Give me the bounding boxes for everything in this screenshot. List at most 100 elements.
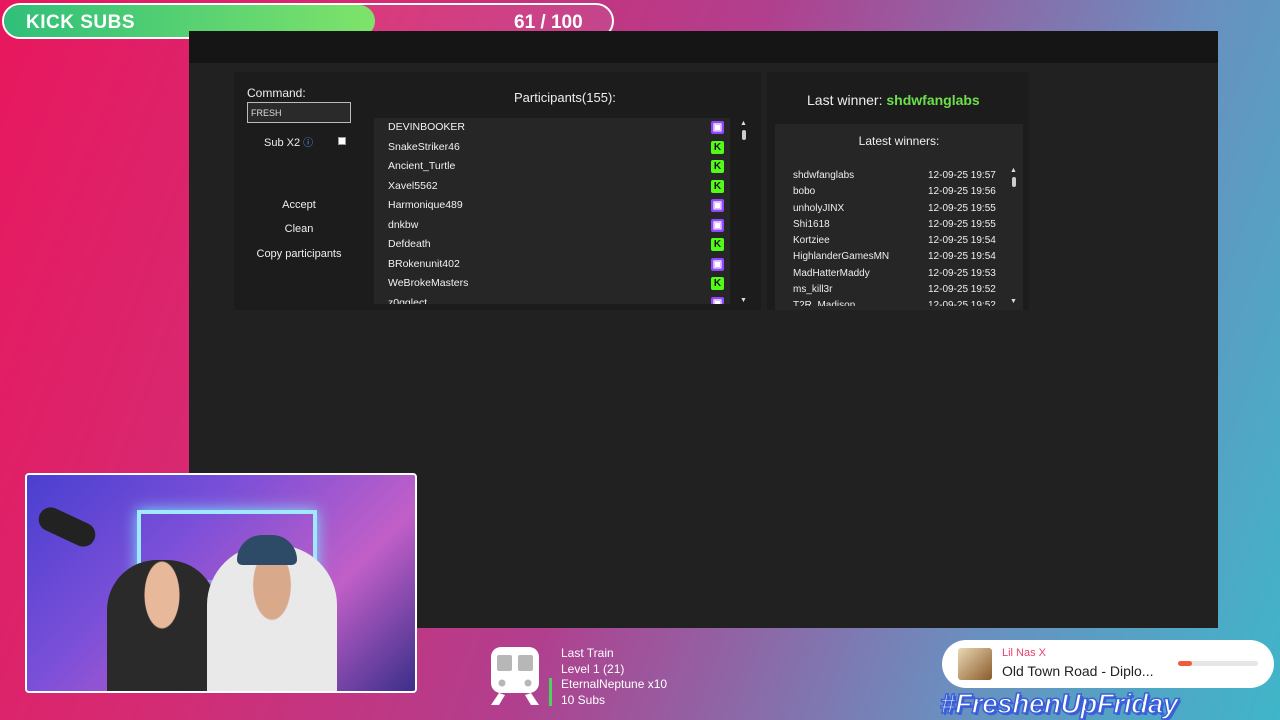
winner-row[interactable]: ms_kill3r 12-09-25 19:52 [793, 283, 1003, 299]
accept-button[interactable]: Accept [247, 195, 351, 215]
winner-name: bobo [793, 186, 816, 198]
participant-name: WeBrokeMasters [388, 277, 469, 289]
participant-name: Ancient_Turtle [388, 160, 456, 172]
participants-title: Participants(155): [514, 90, 616, 105]
microphone-icon [34, 503, 100, 551]
hashtag-overlay: #FreshenUpFriday [939, 687, 1179, 720]
participant-name: dnkbw [388, 218, 419, 231]
twitch-icon: ▣ [711, 296, 724, 304]
winner-time: 12-09-25 19:52 [928, 300, 996, 306]
command-input[interactable] [247, 102, 351, 123]
sub-x2-checkbox[interactable] [338, 137, 346, 145]
winner-row[interactable]: T2R_Madison 12-09-25 19:52 [793, 299, 1003, 306]
twitch-icon: ▣ [711, 121, 724, 134]
winner-name: Shi1618 [793, 218, 830, 230]
twitch-icon: ▣ [711, 218, 724, 232]
scroll-down-icon[interactable]: ▼ [740, 297, 747, 304]
kick-icon: K [711, 179, 724, 193]
participants-panel: Command: Sub X2ⓘ Accept Clean Copy parti… [234, 72, 761, 310]
train-info: Last Train Level 1 (21) EternalNeptune x… [561, 646, 667, 708]
album-art [958, 648, 992, 680]
participant-row[interactable]: BRokenunit402 ▣ [374, 255, 730, 275]
streamer-right [207, 545, 337, 691]
winner-time: 12-09-25 19:53 [928, 267, 996, 279]
participant-row[interactable]: dnkbw ▣ [374, 216, 730, 236]
winner-name: HighlanderGamesMN [793, 251, 890, 263]
winner-row[interactable]: HighlanderGamesMN 12-09-25 19:54 [793, 250, 1003, 266]
now-playing-artist: Lil Nas X [1002, 647, 1047, 659]
app-topbar [189, 31, 1218, 63]
winner-time: 12-09-25 19:57 [928, 170, 996, 181]
kick-icon: K [711, 238, 724, 251]
command-label: Command: [247, 86, 306, 100]
train-subs: 10 Subs [561, 692, 606, 707]
last-winner-label: Last winner: [807, 92, 883, 108]
scroll-thumb[interactable] [1012, 177, 1016, 187]
streamer-left [107, 560, 217, 691]
train-icon [491, 647, 539, 705]
winner-row[interactable]: bobo 12-09-25 19:56 [793, 185, 1003, 201]
now-playing-track: Old Town Road - Diplo... [1002, 663, 1154, 679]
participant-name: z0gglect [388, 296, 428, 305]
winner-row[interactable]: MadHatterMaddy 12-09-25 19:53 [793, 267, 1003, 283]
kick-icon: K [711, 277, 724, 290]
winner-name: T2R_Madison [793, 300, 856, 306]
last-winner: Last winner: shdwfanglabs [807, 92, 980, 108]
winner-name: Kortziee [793, 235, 830, 247]
train-level-bar [549, 678, 552, 706]
winner-row[interactable]: Kortziee 12-09-25 19:54 [793, 234, 1003, 250]
winner-time: 12-09-25 19:52 [928, 284, 996, 296]
participant-name: Harmonique489 [388, 199, 463, 211]
latest-winners-title: Latest winners: [858, 134, 940, 148]
kick-icon: K [711, 140, 724, 154]
train-top-contributor: EternalNeptune x10 [561, 677, 668, 691]
participant-name: Xavel5562 [388, 179, 438, 192]
winner-time: 12-09-25 19:55 [928, 218, 996, 230]
winner-row[interactable]: shdwfanglabs 12-09-25 19:57 [793, 169, 1003, 185]
clean-button[interactable]: Clean [247, 219, 351, 239]
winner-row[interactable]: unholyJINX 12-09-25 19:55 [793, 202, 1003, 218]
winners-panel: Last winner: shdwfanglabs Latest winners… [767, 72, 1029, 310]
participant-name: DEVINBOOKER [388, 121, 466, 133]
participants-scrollbar[interactable]: ▲ ▼ [740, 118, 748, 304]
copy-participants-button[interactable]: Copy participants [247, 244, 351, 264]
participant-row[interactable]: SnakeStriker46 K [374, 138, 730, 158]
sub-goal-label: KICK SUBS [26, 12, 136, 33]
scroll-up-icon[interactable]: ▲ [1010, 167, 1017, 174]
winner-name: MadHatterMaddy [793, 267, 870, 279]
winners-scrollbar[interactable]: ▲ ▼ [1010, 167, 1018, 305]
winner-row[interactable]: Shi1618 12-09-25 19:55 [793, 218, 1003, 234]
twitch-icon: ▣ [711, 199, 724, 212]
winner-time: 12-09-25 19:55 [928, 202, 996, 214]
sub-x2-option: Sub X2 ⓘ [264, 134, 346, 150]
participant-name: SnakeStriker46 [388, 140, 460, 153]
winner-name: unholyJINX [793, 202, 845, 214]
participant-row[interactable]: Xavel5562 K [374, 177, 730, 197]
winner-time: 12-09-25 19:56 [928, 186, 996, 198]
now-playing-progress [1178, 661, 1258, 666]
participant-row[interactable]: Defdeath K [374, 235, 730, 255]
participant-row[interactable]: WeBrokeMasters K [374, 274, 730, 294]
winner-time: 12-09-25 19:54 [928, 235, 996, 247]
twitch-icon: ▣ [711, 257, 724, 271]
winner-name: ms_kill3r [793, 284, 833, 296]
info-icon[interactable]: ⓘ [303, 138, 313, 149]
last-winner-name: shdwfanglabs [886, 92, 980, 108]
winner-time: 12-09-25 19:54 [928, 251, 996, 263]
now-playing-widget: Lil Nas X Old Town Road - Diplo... [942, 640, 1274, 688]
train-title: Last Train [561, 646, 614, 660]
participant-row[interactable]: Harmonique489 ▣ [374, 196, 730, 216]
sub-x2-label: Sub X2 [264, 137, 301, 149]
scroll-up-icon[interactable]: ▲ [740, 120, 747, 127]
participant-row[interactable]: Ancient_Turtle K [374, 157, 730, 177]
scroll-thumb[interactable] [742, 130, 746, 140]
kick-icon: K [711, 160, 724, 173]
winner-name: shdwfanglabs [793, 170, 855, 181]
participants-list[interactable]: DEVINBOOKER ▣ SnakeStriker46 K Ancient_Turtl… [374, 118, 730, 304]
participant-name: BRokenunit402 [388, 257, 460, 270]
scroll-down-icon[interactable]: ▼ [1010, 298, 1017, 305]
latest-winners-list[interactable]: shdwfanglabs 12-09-25 19:57 bobo 12-09-25 1… [793, 169, 1003, 306]
participant-row[interactable]: DEVINBOOKER ▣ [374, 118, 730, 138]
participant-row[interactable]: z0gglect ▣ [374, 294, 730, 305]
train-level: Level 1 (21) [561, 661, 625, 676]
